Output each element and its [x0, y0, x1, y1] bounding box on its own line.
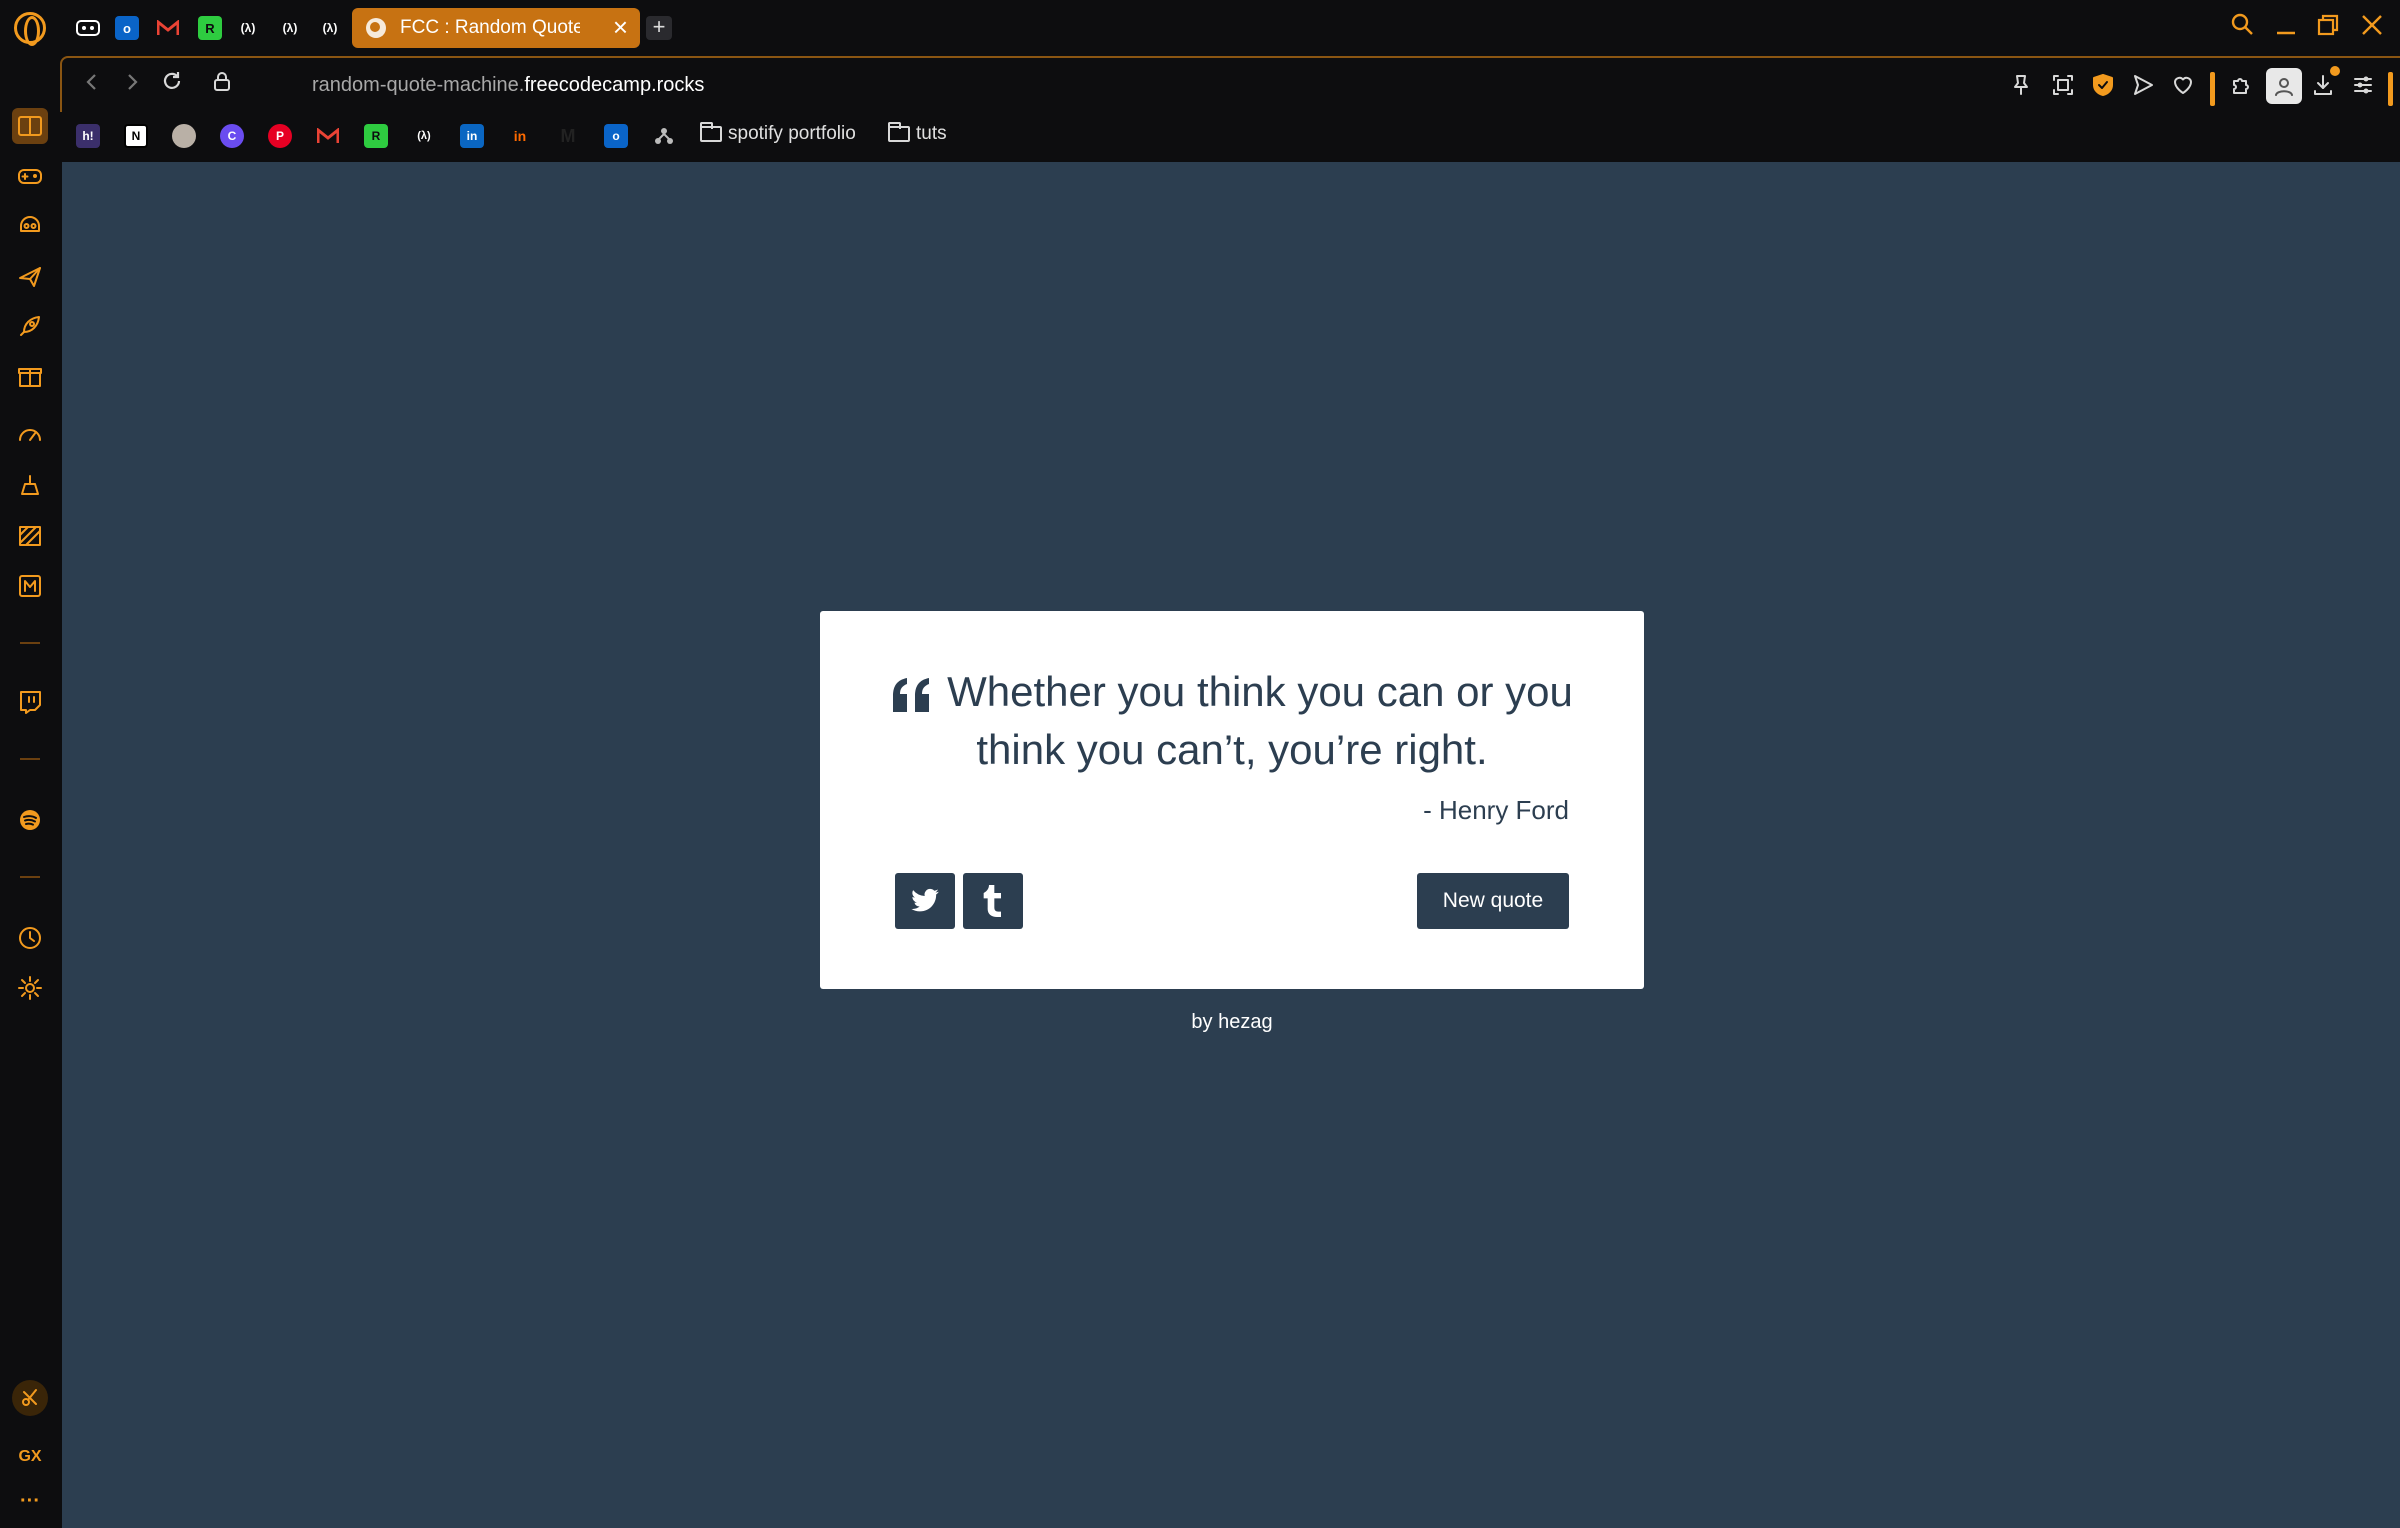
- restore-window-icon[interactable]: [2312, 12, 2344, 44]
- bookmark-hashnode-icon[interactable]: h!: [76, 124, 100, 148]
- bookmark-canva-icon[interactable]: C: [220, 124, 244, 148]
- sidebar-twitch-icon[interactable]: [12, 684, 48, 720]
- url-field[interactable]: random-quote-machine.freecodecamp.rocks: [312, 74, 704, 97]
- sidebar-cleaner-icon[interactable]: [12, 468, 48, 504]
- fcc-tab-icon-1[interactable]: (λ): [236, 16, 260, 40]
- bookmark-outlook-icon[interactable]: o: [604, 124, 628, 148]
- sidebar-skull-icon[interactable]: [12, 208, 48, 244]
- quote-box: Whether you think you can or you think y…: [820, 611, 1644, 989]
- extensions-puzzle-icon[interactable]: [2226, 70, 2256, 100]
- address-bar: random-quote-machine.freecodecamp.rocks: [60, 56, 2400, 112]
- globe-icon: [366, 18, 386, 38]
- back-icon[interactable]: [76, 68, 108, 100]
- gamepad-tab-icon[interactable]: [76, 16, 100, 40]
- reload-icon[interactable]: [156, 68, 188, 100]
- bookmarks-bar: h! N C P R (λ) in in M o spotify portfol…: [60, 112, 2400, 162]
- browser-window: o R (λ) (λ) (λ) FCC : Random Quote Machi…: [0, 0, 2400, 1528]
- toolbar-divider: [2210, 72, 2215, 106]
- bookmark-rk-icon[interactable]: R: [364, 124, 388, 148]
- sidebar-more-icon[interactable]: ···: [0, 1490, 60, 1513]
- send-icon[interactable]: [2128, 70, 2158, 100]
- bookmark-pinterest-icon[interactable]: P: [268, 124, 292, 148]
- bookmark-circle-site-icon[interactable]: [172, 124, 196, 148]
- url-prefix: random-quote-machine.: [312, 74, 525, 96]
- bookmark-linkedin-icon[interactable]: in: [460, 124, 484, 148]
- download-badge: [2330, 66, 2340, 76]
- sidebar-rocket-icon[interactable]: [12, 308, 48, 344]
- page-content: Whether you think you can or you think y…: [62, 162, 2400, 1528]
- sidebar-speedometer-icon[interactable]: [12, 418, 48, 454]
- bookmark-notion-icon[interactable]: N: [124, 124, 148, 148]
- bookmark-m-icon[interactable]: M: [556, 124, 580, 148]
- easy-setup-icon[interactable]: [2348, 70, 2378, 100]
- tweet-quote-button[interactable]: [895, 873, 955, 929]
- sidebar-separator: [20, 642, 40, 644]
- bookmark-gmail-icon[interactable]: [316, 124, 340, 148]
- folder-icon: [700, 122, 722, 142]
- pin-icon[interactable]: [2006, 70, 2036, 100]
- url-host: freecodecamp.rocks: [524, 74, 705, 96]
- bookmark-fcc-icon[interactable]: (λ): [412, 124, 436, 148]
- bookmark-network-icon[interactable]: [652, 124, 676, 148]
- twitter-icon: [911, 888, 939, 912]
- sidebar-gamepad-icon[interactable]: [12, 158, 48, 194]
- rk-tab-icon[interactable]: R: [198, 16, 222, 40]
- sidebar-mods-icon[interactable]: [12, 568, 48, 604]
- footer-credit: by hezag: [820, 1011, 1644, 1034]
- bookmark-in-icon[interactable]: in: [508, 124, 532, 148]
- sidebar-speed-dial-icon[interactable]: [12, 108, 48, 144]
- quote-left-icon: [891, 675, 933, 725]
- fcc-tab-icon-2[interactable]: (λ): [278, 16, 302, 40]
- sidebar-settings-icon[interactable]: [12, 970, 48, 1006]
- fcc-tab-icon-3[interactable]: (λ): [318, 16, 342, 40]
- tumblr-quote-button[interactable]: [963, 873, 1023, 929]
- minimize-window-icon[interactable]: [2270, 12, 2302, 44]
- sidebar-separator: [20, 758, 40, 760]
- adblock-shield-icon[interactable]: [2088, 70, 2118, 100]
- close-window-icon[interactable]: [2356, 12, 2388, 44]
- tumblr-icon: [983, 885, 1001, 917]
- quote-text-block: Whether you think you can or you think y…: [880, 667, 1584, 775]
- quote-text: Whether you think you can or you think y…: [947, 668, 1573, 773]
- new-quote-button[interactable]: New quote: [1417, 873, 1569, 929]
- search-icon[interactable]: [2226, 12, 2258, 44]
- sidebar-separator: [20, 876, 40, 878]
- quote-author: - Henry Ford: [1423, 795, 1569, 825]
- sidebar: GX ···: [0, 56, 60, 1528]
- tab-fcc-random-quote[interactable]: FCC : Random Quote Machine ×: [352, 8, 640, 48]
- gmail-tab-icon[interactable]: [156, 16, 180, 40]
- sidebar-wallpaper-icon[interactable]: [12, 518, 48, 554]
- forward-icon[interactable]: [116, 68, 148, 100]
- footer-by-text: by: [1191, 1011, 1213, 1033]
- sidebar-gift-icon[interactable]: [12, 358, 48, 394]
- sidebar-gx-label[interactable]: GX: [0, 1448, 60, 1466]
- profile-avatar[interactable]: [2266, 68, 2302, 104]
- new-tab-button[interactable]: +: [646, 16, 672, 40]
- bookmark-folder-tuts[interactable]: tuts: [888, 122, 947, 145]
- sidebar-spotify-icon[interactable]: [12, 802, 48, 838]
- tab-bar: o R (λ) (λ) (λ) FCC : Random Quote Machi…: [0, 0, 2400, 56]
- snapshot-icon[interactable]: [2048, 70, 2078, 100]
- tab-title: FCC : Random Quote Machine: [400, 17, 580, 38]
- toolbar-edge-bar: [2388, 72, 2393, 106]
- author-link[interactable]: hezag: [1218, 1011, 1273, 1033]
- bookmark-folder-label: tuts: [916, 123, 947, 144]
- bookmark-folder-spotify-portfolio[interactable]: spotify portfolio: [700, 122, 856, 145]
- sidebar-gx-control-icon[interactable]: [12, 1380, 48, 1416]
- opera-gx-logo-icon[interactable]: [14, 12, 46, 46]
- folder-icon: [888, 122, 910, 142]
- outlook-tab-icon[interactable]: o: [115, 16, 139, 40]
- downloads-icon[interactable]: [2308, 66, 2340, 100]
- heart-icon[interactable]: [2168, 70, 2198, 100]
- sidebar-history-icon[interactable]: [12, 920, 48, 956]
- sidebar-plane-icon[interactable]: [12, 258, 48, 294]
- bookmark-folder-label: spotify portfolio: [728, 123, 856, 144]
- lock-icon[interactable]: [206, 68, 238, 100]
- close-tab-icon[interactable]: ×: [613, 14, 628, 40]
